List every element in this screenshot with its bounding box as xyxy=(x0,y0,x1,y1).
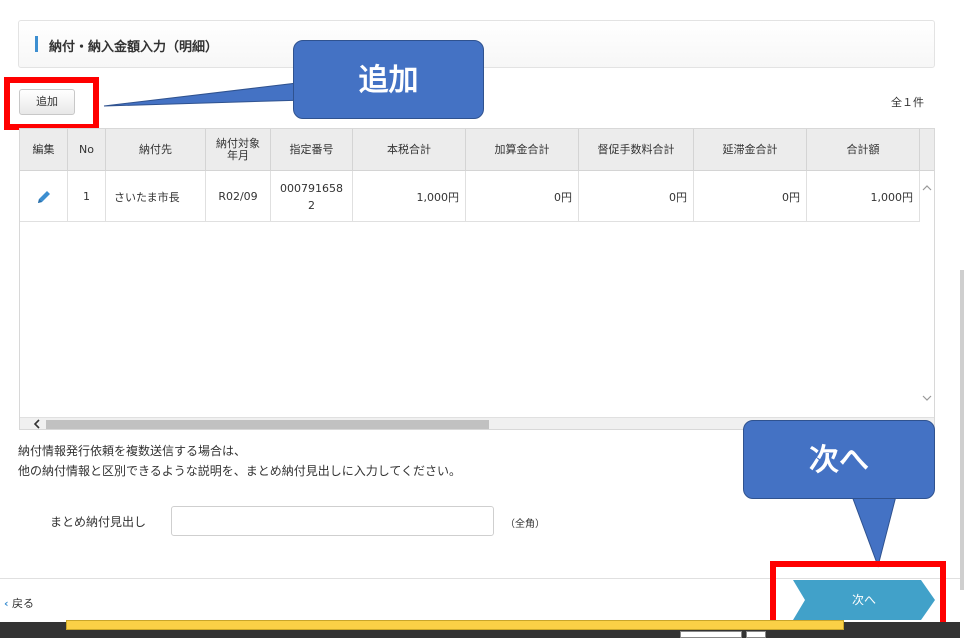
column-header-no: No xyxy=(68,129,106,171)
page-scrollbar-thumb[interactable] xyxy=(960,270,964,590)
column-header-total: 合計額 xyxy=(807,129,920,171)
summary-heading-input[interactable] xyxy=(171,506,494,536)
add-callout-text: 追加 xyxy=(358,63,419,98)
column-header-edit: 編集 xyxy=(20,129,68,171)
column-header-delay: 延滞金合計 xyxy=(694,129,807,171)
detail-grid: 編集 No 納付先 納付対象年月 指定番号 本税合計 加算金合計 督促手数料合計… xyxy=(19,128,935,430)
summary-heading-label: まとめ納付見出し xyxy=(50,515,147,529)
row-payee: さいたま市長 xyxy=(106,171,206,222)
column-header-period: 納付対象年月 xyxy=(206,129,271,171)
add-button-highlight xyxy=(4,77,99,130)
section-title: 納付・納入金額入力（明細） xyxy=(49,40,219,55)
row-no: 1 xyxy=(68,171,106,222)
row-principal: 1,000円 xyxy=(353,171,466,222)
column-header-principal: 本税合計 xyxy=(353,129,466,171)
bottom-tab-2 xyxy=(746,631,766,638)
grid-header: 編集 No 納付先 納付対象年月 指定番号 本税合計 加算金合計 督促手数料合計… xyxy=(20,129,934,171)
row-total: 1,000円 xyxy=(807,171,920,222)
grid-vertical-scrollbar[interactable] xyxy=(920,171,934,417)
scroll-left-icon[interactable] xyxy=(30,418,44,430)
section-accent-bar xyxy=(35,36,38,52)
next-callout: 次へ xyxy=(743,420,935,499)
info-line-1: 納付情報発行依頼を複数送信する場合は、 xyxy=(18,444,247,458)
column-header-additional: 加算金合計 xyxy=(466,129,579,171)
scroll-up-icon[interactable] xyxy=(920,181,934,195)
progress-bar xyxy=(66,620,844,630)
row-number: 0007916582 xyxy=(271,171,353,222)
add-callout: 追加 xyxy=(293,40,484,119)
column-header-fee: 督促手数料合計 xyxy=(579,129,694,171)
next-callout-text: 次へ xyxy=(809,443,869,478)
table-row[interactable]: 1 さいたま市長 R02/09 0007916582 1,000円 0円 0円 … xyxy=(20,171,934,222)
row-delay: 0円 xyxy=(694,171,807,222)
info-line-2: 他の納付情報と区別できるような説明を、まとめ納付見出しに入力してください。 xyxy=(18,464,462,478)
row-additional: 0円 xyxy=(466,171,579,222)
scroll-down-icon[interactable] xyxy=(920,391,934,405)
row-fee: 0円 xyxy=(579,171,694,222)
horizontal-scroll-thumb[interactable] xyxy=(46,420,489,429)
back-link[interactable]: ‹ 戻る xyxy=(4,595,34,611)
column-header-payee: 納付先 xyxy=(106,129,206,171)
chevron-left-icon: ‹ xyxy=(4,597,9,610)
bottom-tab-1 xyxy=(680,631,742,638)
record-count: 全１件 xyxy=(891,96,924,109)
fullwidth-note: （全角） xyxy=(505,519,545,530)
row-edit-cell[interactable] xyxy=(20,171,68,222)
row-period: R02/09 xyxy=(206,171,271,222)
pencil-icon[interactable] xyxy=(36,189,52,205)
back-label: 戻る xyxy=(12,597,35,610)
column-header-number: 指定番号 xyxy=(271,129,353,171)
